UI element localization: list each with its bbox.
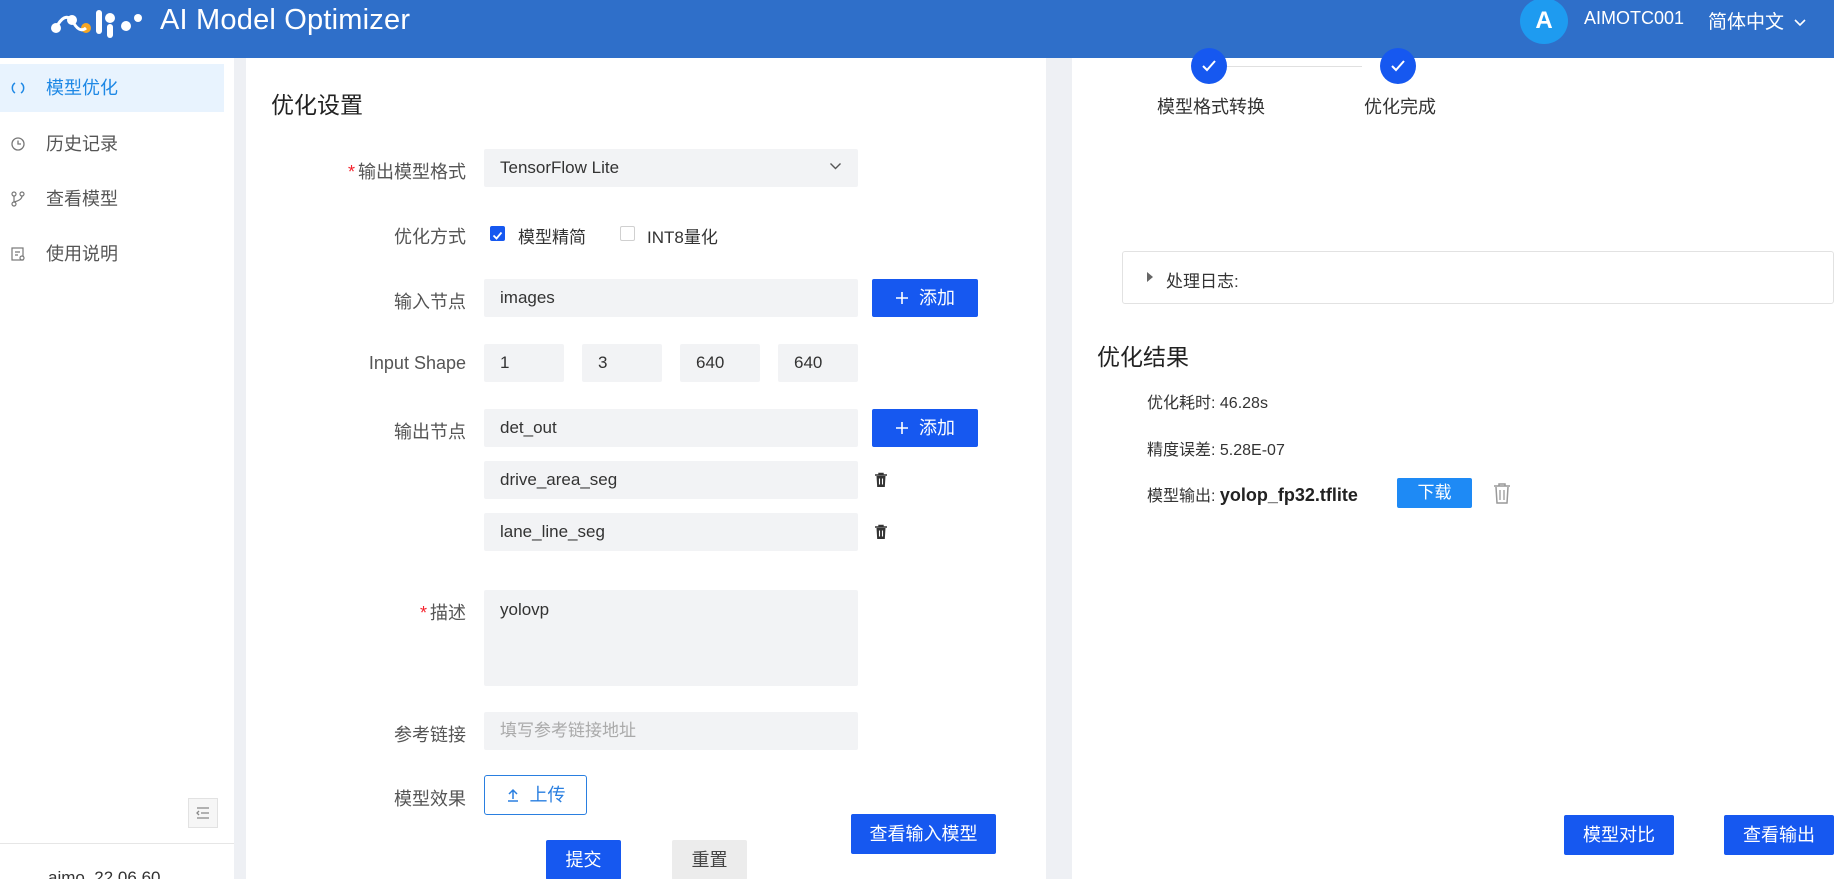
checkbox-int8-quant[interactable] — [620, 226, 635, 241]
step-connector — [1210, 66, 1362, 67]
settings-panel: 优化设置 * 输出模型格式 TensorFlow Lite 优化方式 模型精简 I… — [246, 58, 1046, 879]
input-shape-dim-4[interactable]: 640 — [778, 344, 858, 382]
add-button-label: 添加 — [919, 288, 955, 308]
precision-error-value: 5.28E-07 — [1219, 442, 1285, 459]
top-header: AI Model Optimizer A AIMOTC001 简体中文 — [0, 0, 1834, 58]
document-icon — [11, 247, 25, 261]
collapse-menu-icon — [196, 807, 209, 819]
caret-right-icon — [1147, 272, 1153, 282]
sidebar-item-history[interactable]: 历史记录 — [0, 120, 224, 168]
sidebar-item-label: 模型优化 — [46, 78, 118, 98]
sidebar-collapse-button[interactable] — [188, 798, 218, 828]
sidebar-divider — [0, 843, 234, 844]
output-node-label: 输出节点 — [394, 422, 466, 442]
app-title: AI Model Optimizer — [160, 4, 411, 36]
upload-icon — [507, 788, 518, 802]
language-selector[interactable]: 简体中文 — [1708, 7, 1807, 34]
sidebar: 模型优化 历史记录 查看模型 使用说明 aimo_22.06.60 — [0, 58, 234, 879]
submit-button[interactable]: 提交 — [546, 840, 621, 879]
precision-error-row: 精度误差: 5.28E-07 — [1147, 442, 1285, 459]
input-shape-label: Input Shape — [368, 353, 466, 373]
sidebar-item-model-optimize[interactable]: 模型优化 — [0, 64, 224, 112]
plus-icon — [896, 291, 908, 304]
trash-icon[interactable] — [874, 472, 888, 488]
clock-icon — [11, 137, 25, 151]
output-node-field[interactable]: drive_area_seg — [484, 461, 858, 499]
opt-time-value: 46.28s — [1219, 395, 1268, 412]
check-icon — [1202, 60, 1216, 72]
add-output-node-button[interactable]: 添加 — [872, 409, 978, 447]
input-shape-dim-1[interactable]: 1 — [484, 344, 564, 382]
process-log-label: 处理日志: — [1166, 272, 1239, 291]
sidebar-item-view-model[interactable]: 查看模型 — [0, 175, 224, 223]
process-log-panel[interactable]: 处理日志: — [1122, 251, 1834, 304]
user-avatar[interactable]: A — [1520, 0, 1568, 44]
effect-label: 模型效果 — [394, 789, 466, 809]
input-node-label: 输入节点 — [394, 292, 466, 312]
output-node-field[interactable]: det_out — [484, 409, 858, 447]
refresh-icon — [11, 82, 25, 94]
opt-time-row: 优化耗时: 46.28s — [1147, 395, 1268, 412]
download-button[interactable]: 下载 — [1397, 478, 1472, 508]
chevron-down-icon — [830, 163, 841, 170]
view-output-button[interactable]: 查看输出 — [1724, 815, 1834, 855]
output-node-field[interactable]: lane_line_seg — [484, 513, 858, 551]
add-button-label: 添加 — [919, 418, 955, 438]
model-output-file: yolop_fp32.tflite — [1219, 485, 1358, 505]
upload-label: 上传 — [529, 785, 566, 805]
version-label: aimo_22.06.60 — [48, 868, 161, 879]
reset-button[interactable]: 重置 — [672, 840, 747, 879]
input-shape-dim-3[interactable]: 640 — [680, 344, 760, 382]
output-format-value: TensorFlow Lite — [500, 158, 620, 177]
trash-outline-icon[interactable] — [1492, 482, 1512, 504]
description-textarea[interactable]: yolovp — [484, 590, 858, 686]
step-1-check — [1191, 48, 1227, 84]
checkbox-label: 模型精简 — [518, 228, 586, 247]
plus-icon — [896, 421, 908, 434]
reference-placeholder: 填写参考链接地址 — [500, 721, 636, 740]
step-2-check — [1380, 48, 1416, 84]
sidebar-item-label: 查看模型 — [46, 189, 118, 209]
result-title: 优化结果 — [1097, 344, 1189, 370]
description-label: * 描述 — [419, 603, 466, 623]
input-shape-dim-2[interactable]: 3 — [582, 344, 662, 382]
view-input-model-button[interactable]: 查看输入模型 — [851, 814, 996, 854]
username[interactable]: AIMOTC001 — [1584, 8, 1684, 29]
output-format-label: * 输出模型格式 — [347, 162, 466, 182]
checkbox-label: INT8量化 — [647, 228, 718, 247]
branch-icon — [11, 191, 25, 207]
opt-method-label: 优化方式 — [394, 227, 466, 247]
chevron-down-icon — [1794, 19, 1806, 27]
checkbox-model-simplify[interactable] — [490, 226, 505, 241]
app-logo-icon — [51, 10, 142, 38]
settings-title: 优化设置 — [271, 92, 363, 118]
upload-button[interactable]: 上传 — [484, 775, 587, 815]
language-label: 简体中文 — [1708, 12, 1785, 33]
model-output-row: 模型输出: yolop_fp32.tflite — [1147, 485, 1358, 505]
sidebar-item-user-guide[interactable]: 使用说明 — [0, 230, 224, 278]
model-compare-button[interactable]: 模型对比 — [1564, 815, 1674, 855]
step-2-label: 优化完成 — [1364, 97, 1436, 117]
trash-icon[interactable] — [874, 524, 888, 540]
reference-link-input[interactable]: 填写参考链接地址 — [484, 712, 858, 750]
reference-label: 参考链接 — [394, 725, 466, 745]
input-node-field[interactable]: images — [484, 279, 858, 317]
step-1-label: 模型格式转换 — [1157, 97, 1265, 117]
check-icon — [492, 231, 503, 240]
sidebar-item-label: 使用说明 — [46, 244, 118, 264]
check-icon — [1391, 60, 1405, 72]
sidebar-item-label: 历史记录 — [46, 134, 118, 154]
result-panel: 模型格式转换 优化完成 处理日志: 优化结果 优化耗时: 46.28s 精度误差… — [1072, 48, 1834, 879]
add-input-node-button[interactable]: 添加 — [872, 279, 978, 317]
output-format-select[interactable]: TensorFlow Lite — [484, 149, 858, 187]
